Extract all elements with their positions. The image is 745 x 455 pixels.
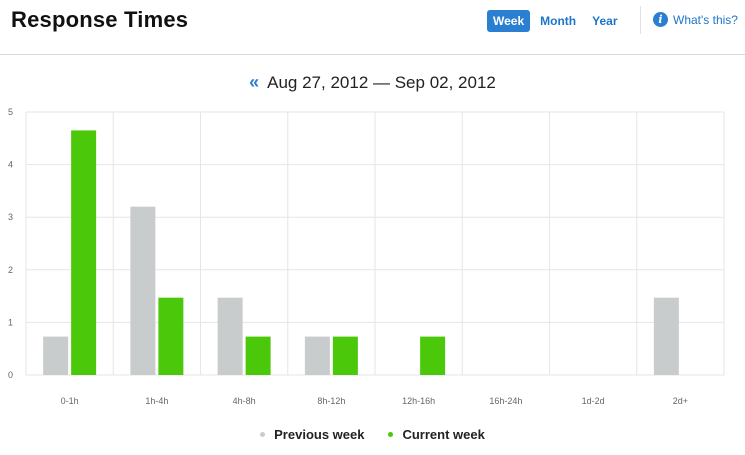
x-tick-label: 1h-4h [145, 396, 168, 406]
legend-label-current: Current week [402, 427, 485, 442]
y-tick-label: 3 [8, 212, 13, 222]
header-divider [640, 6, 641, 34]
legend-marker-previous [260, 432, 266, 437]
whats-this-label: What's this? [673, 12, 738, 27]
info-icon: i [653, 12, 668, 27]
bar-previous-week [43, 336, 69, 375]
page-title: Response Times [11, 7, 189, 32]
y-tick-label: 2 [8, 265, 13, 275]
y-tick-label: 1 [8, 317, 13, 327]
bar-previous-week [217, 297, 243, 375]
x-tick-label: 12h-16h [402, 396, 435, 406]
date-range-label: Aug 27, 2012 — Sep 02, 2012 [267, 73, 496, 92]
date-range: « Aug 27, 2012 — Sep 02, 2012 [0, 72, 745, 93]
legend-item-current[interactable]: Current week [388, 427, 485, 442]
legend-marker-current [388, 432, 394, 437]
x-tick-label: 0-1h [61, 396, 79, 406]
y-tick-label: 0 [8, 370, 13, 380]
legend-item-previous[interactable]: Previous week [260, 427, 364, 442]
bar-current-week [245, 336, 271, 375]
x-tick-label: 16h-24h [489, 396, 522, 406]
bar-previous-week [130, 206, 156, 375]
period-week-button[interactable]: Week [487, 10, 531, 32]
bar-current-week [71, 130, 97, 375]
header: Response Times Week Month Year i What's … [0, 0, 745, 55]
whats-this-link[interactable]: i What's this? [653, 12, 738, 27]
y-tick-label: 4 [8, 160, 13, 170]
bar-previous-week [304, 336, 330, 375]
period-year-button[interactable]: Year [586, 10, 623, 32]
y-tick-label: 5 [8, 107, 13, 117]
bar-previous-week [653, 297, 679, 375]
x-tick-label: 1d-2d [582, 396, 605, 406]
x-tick-label: 4h-8h [233, 396, 256, 406]
response-times-chart: 0 1 2 3 4 5 0-1h 1h-4h 4h-8h 8h-12h 12h-16h 16h-24h… [8, 107, 725, 406]
previous-period-arrow-icon[interactable]: « [249, 72, 259, 92]
period-month-button[interactable]: Month [534, 10, 582, 32]
legend-label-previous: Previous week [274, 427, 365, 442]
x-tick-label: 2d+ [673, 396, 688, 406]
chart-legend: Previous week Current week [0, 427, 745, 442]
bar-current-week [332, 336, 358, 375]
bar-current-week [158, 297, 184, 375]
bar-current-week [420, 336, 446, 375]
period-switcher: Week Month Year [487, 10, 623, 32]
x-tick-label: 8h-12h [317, 396, 345, 406]
